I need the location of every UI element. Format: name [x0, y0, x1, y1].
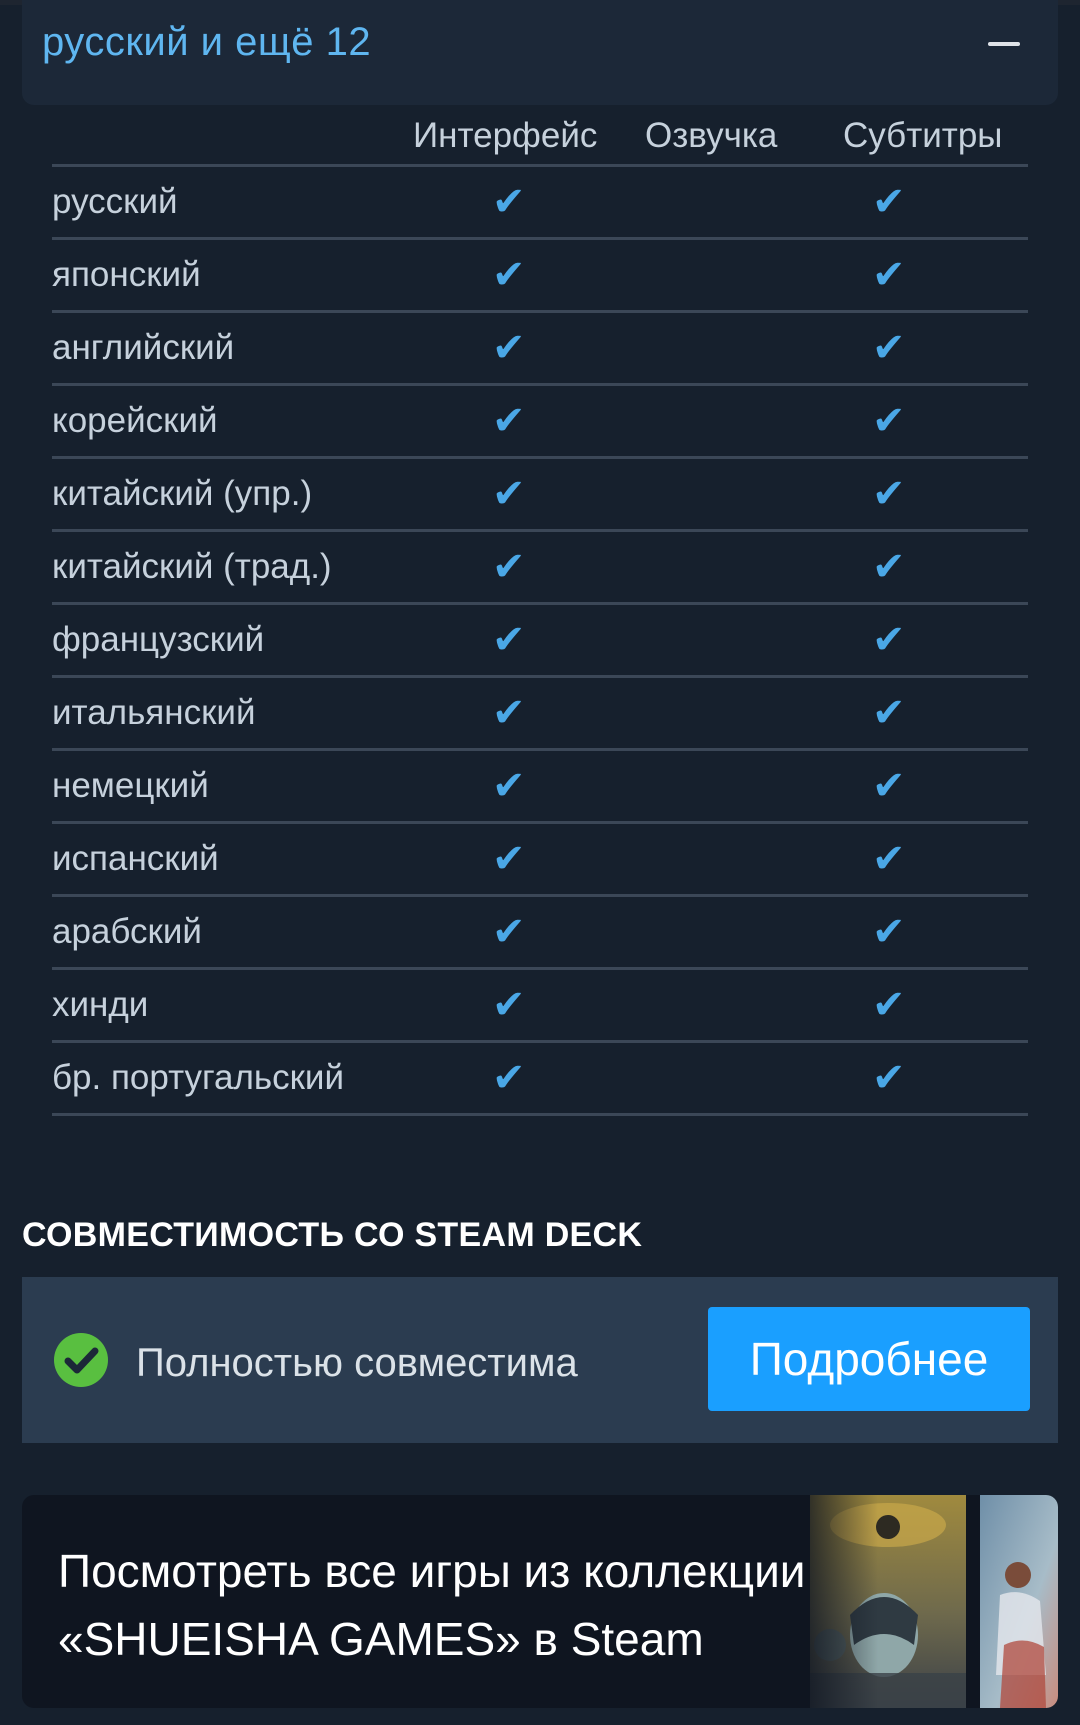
check-icon-subtitles: ✔	[872, 325, 906, 371]
check-icon-subtitles: ✔	[872, 252, 906, 298]
check-icon-interface: ✔	[492, 982, 526, 1028]
check-icon-interface: ✔	[492, 252, 526, 298]
column-header-interface: Интерфейс	[413, 116, 598, 155]
language-name: испанский	[52, 839, 219, 878]
check-icon-subtitles: ✔	[872, 544, 906, 590]
check-icon-subtitles: ✔	[872, 617, 906, 663]
language-name: арабский	[52, 912, 202, 951]
language-name: японский	[52, 255, 201, 294]
check-icon-subtitles: ✔	[872, 763, 906, 809]
language-row: арабский ✔ ✔	[52, 897, 1028, 970]
language-name: корейский	[52, 401, 218, 440]
check-icon-interface: ✔	[492, 544, 526, 590]
languages-dropdown-header[interactable]: русский и ещё 12	[22, 0, 1058, 105]
language-name: китайский (трад.)	[52, 547, 332, 586]
steam-deck-compat-panel: Полностью совместима Подробнее	[22, 1277, 1058, 1443]
check-icon-subtitles: ✔	[872, 982, 906, 1028]
steam-deck-heading: СОВМЕСТИМОСТЬ СО STEAM DECK	[22, 1216, 643, 1254]
column-header-audio: Озвучка	[645, 116, 778, 155]
check-icon-interface: ✔	[492, 909, 526, 955]
language-name: китайский (упр.)	[52, 474, 313, 513]
check-icon-subtitles: ✔	[872, 909, 906, 955]
column-header-subtitles: Субтитры	[843, 116, 1003, 155]
check-icon-interface: ✔	[492, 763, 526, 809]
language-name: итальянский	[52, 693, 256, 732]
language-row: бр. португальский ✔ ✔	[52, 1043, 1028, 1116]
check-icon-interface: ✔	[492, 617, 526, 663]
language-row: итальянский ✔ ✔	[52, 678, 1028, 751]
collection-text-line2: «SHUEISHA GAMES» в Steam	[58, 1613, 704, 1665]
check-icon-interface: ✔	[492, 836, 526, 882]
language-row: китайский (трад.) ✔ ✔	[52, 532, 1028, 605]
language-row: китайский (упр.) ✔ ✔	[52, 459, 1028, 532]
compat-status-text: Полностью совместима	[136, 1341, 578, 1385]
collapse-icon[interactable]	[988, 42, 1020, 46]
languages-title: русский и ещё 12	[42, 20, 372, 64]
language-name: хинди	[52, 985, 149, 1024]
language-name: бр. португальский	[52, 1058, 345, 1097]
language-row: русский ✔ ✔	[52, 167, 1028, 240]
check-icon-subtitles: ✔	[872, 179, 906, 225]
language-name: немецкий	[52, 766, 209, 805]
check-icon-subtitles: ✔	[872, 471, 906, 517]
language-row: английский ✔ ✔	[52, 313, 1028, 386]
language-name: французский	[52, 620, 265, 659]
check-icon-subtitles: ✔	[872, 1055, 906, 1101]
languages-table: Интерфейс Озвучка Субтитры русский ✔ ✔ япон…	[52, 112, 1028, 1116]
check-icon-interface: ✔	[492, 471, 526, 517]
language-row: французский ✔ ✔	[52, 605, 1028, 678]
table-body: русский ✔ ✔ японский ✔ ✔ английский ✔ ✔ корейский…	[52, 167, 1028, 1116]
check-icon-interface: ✔	[492, 325, 526, 371]
check-icon-interface: ✔	[492, 1055, 526, 1101]
collection-link-text[interactable]: Посмотреть все игры из коллекции «SHUEIS…	[58, 1537, 958, 1673]
collection-text-line1: Посмотреть все игры из коллекции	[58, 1545, 806, 1597]
check-icon-interface: ✔	[492, 179, 526, 225]
language-row: японский ✔ ✔	[52, 240, 1028, 313]
check-icon-subtitles: ✔	[872, 690, 906, 736]
check-icon-interface: ✔	[492, 398, 526, 444]
details-button[interactable]: Подробнее	[708, 1307, 1030, 1411]
check-icon-interface: ✔	[492, 690, 526, 736]
check-circle-icon	[54, 1333, 108, 1387]
language-name: русский	[52, 182, 178, 221]
language-row: испанский ✔ ✔	[52, 824, 1028, 897]
table-header-row: Интерфейс Озвучка Субтитры	[52, 112, 1028, 167]
check-icon-subtitles: ✔	[872, 398, 906, 444]
language-row: хинди ✔ ✔	[52, 970, 1028, 1043]
language-row: корейский ✔ ✔	[52, 386, 1028, 459]
collection-banner[interactable]: Посмотреть все игры из коллекции «SHUEIS…	[22, 1495, 1058, 1708]
language-name: английский	[52, 328, 235, 367]
language-row: немецкий ✔ ✔	[52, 751, 1028, 824]
check-icon-subtitles: ✔	[872, 836, 906, 882]
